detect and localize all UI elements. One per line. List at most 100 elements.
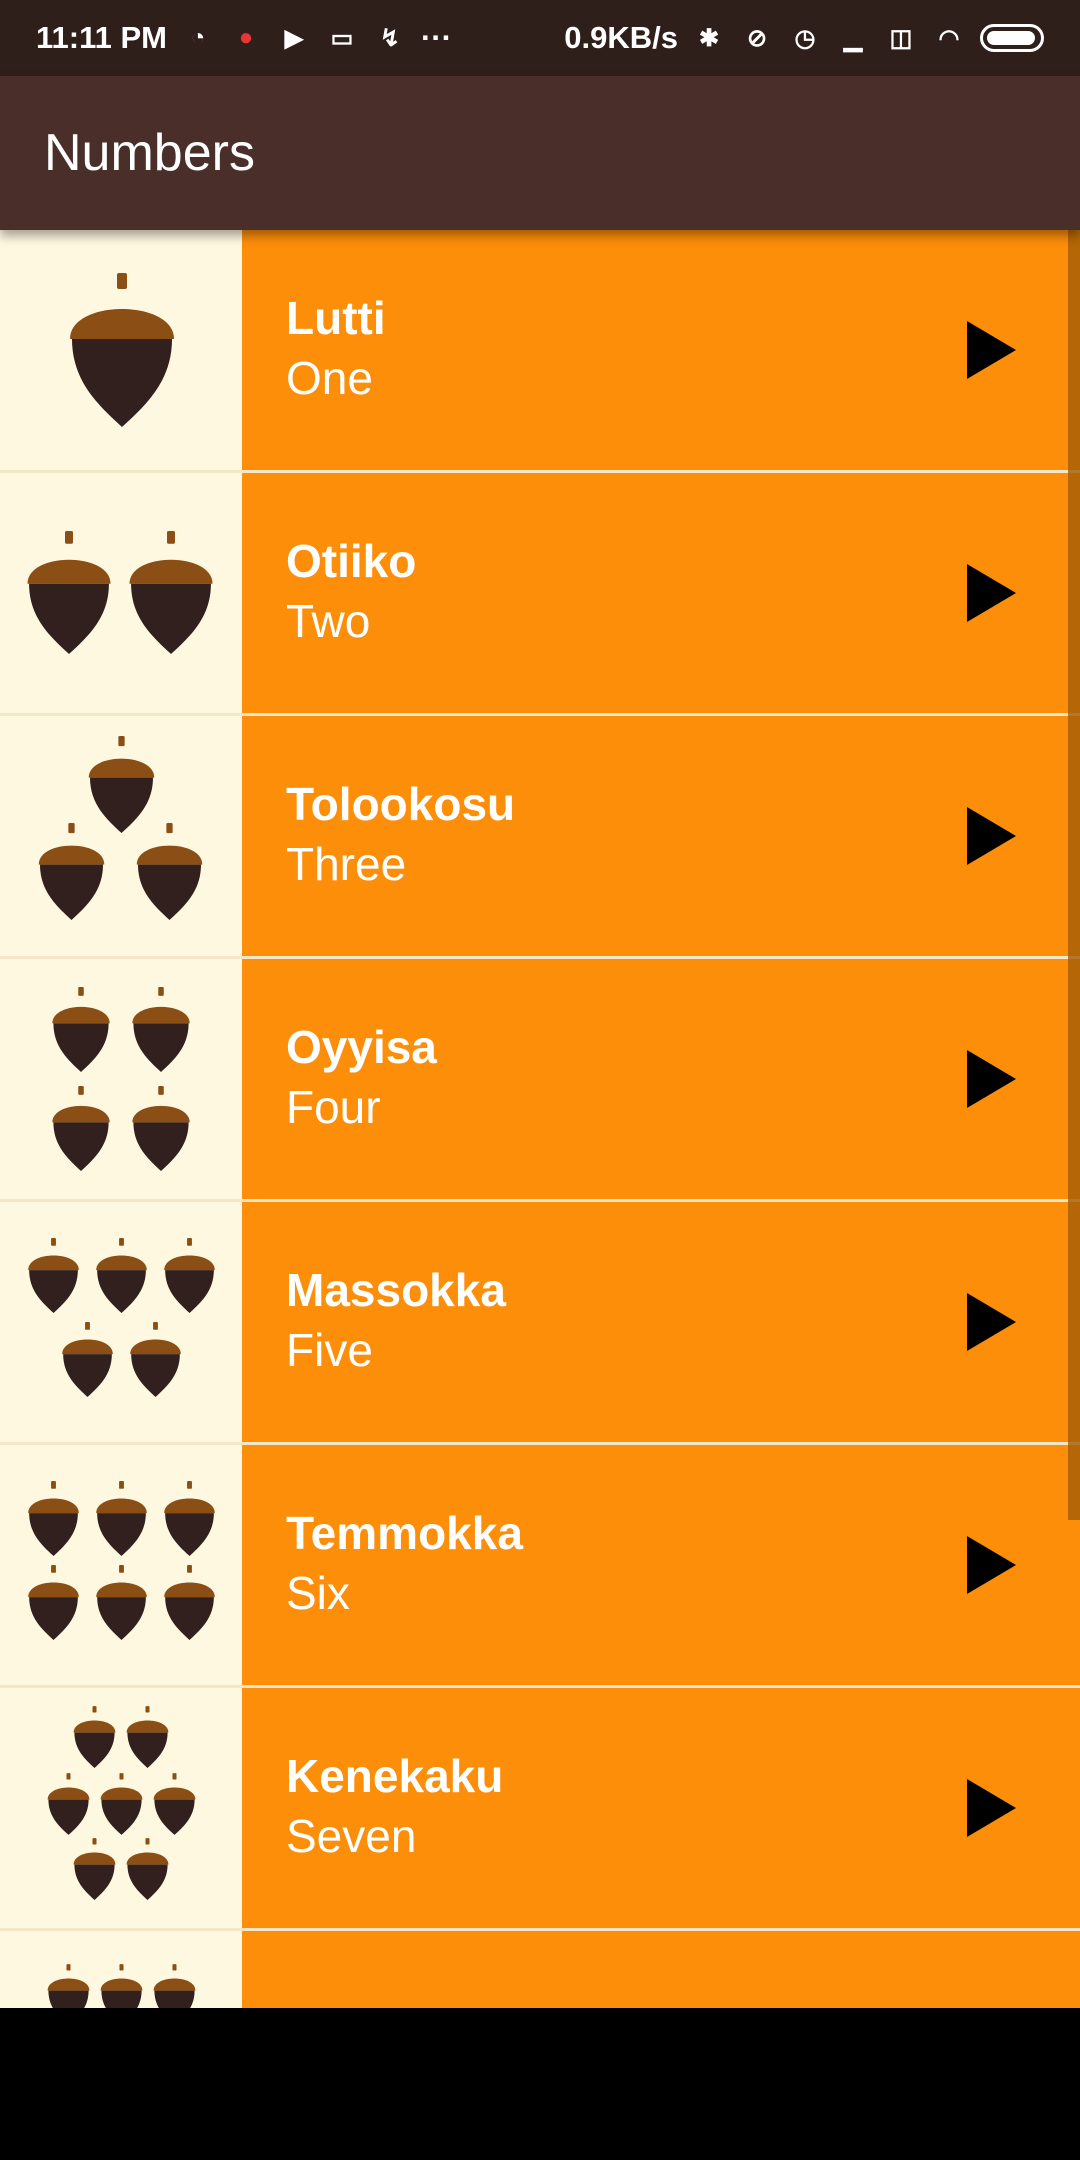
- video-icon: ●: [238, 24, 254, 51]
- play-icon[interactable]: [967, 321, 1016, 379]
- battery-icon: [980, 24, 1044, 52]
- acorn-icon: [50, 986, 112, 1077]
- status-right: 0.9KB/s ✱ ⊘ ◷ ▁ ◫ ◠: [564, 20, 1044, 56]
- item-text: Tolookosu Three: [286, 777, 515, 894]
- message-icon: ▭: [330, 24, 354, 52]
- acorn-icon: [26, 1565, 81, 1645]
- list-item[interactable]: Massokka Five: [0, 1202, 1080, 1445]
- play-icon[interactable]: [967, 564, 1016, 622]
- list-item[interactable]: [0, 1931, 1080, 2008]
- acorn-icon: [125, 1838, 170, 1905]
- english-translation: Seven: [286, 1809, 417, 1862]
- item-text: Massokka Five: [286, 1263, 506, 1380]
- english-translation: Six: [286, 1566, 350, 1619]
- miwok-word: Massokka: [286, 1264, 506, 1317]
- play-icon[interactable]: [967, 807, 1016, 865]
- item-content[interactable]: Tolookosu Three: [242, 716, 1080, 956]
- item-content[interactable]: Kenekaku Seven: [242, 1688, 1080, 1928]
- acorn-icon: [72, 1706, 117, 1773]
- item-content[interactable]: Otiiko Two: [242, 473, 1080, 713]
- notification-icon: ↯: [379, 24, 401, 52]
- status-left: 11:11 PM ◔ ● ▶ ▭ ↯ ···: [36, 20, 452, 56]
- youtube-icon: ▶: [284, 24, 304, 52]
- item-content[interactable]: Lutti One: [242, 230, 1080, 470]
- acorn-icon: [36, 823, 107, 925]
- scrollbar[interactable]: [1068, 230, 1080, 1520]
- play-icon[interactable]: [967, 1536, 1016, 1594]
- more-notifications: ···: [420, 20, 452, 55]
- acorn-icon: [152, 1773, 197, 1840]
- network-speed: 0.9KB/s: [564, 20, 678, 55]
- miwok-word: Tolookosu: [286, 778, 516, 831]
- english-translation: Four: [286, 1080, 381, 1133]
- play-icon[interactable]: [967, 1293, 1016, 1351]
- item-content[interactable]: Massokka Five: [242, 1202, 1080, 1442]
- item-content[interactable]: [242, 1931, 1080, 2008]
- number-image: [0, 1202, 242, 1442]
- numbers-list[interactable]: Lutti One Otiiko Two Tolookosu Three Oyyisa Fou…: [0, 230, 1080, 2008]
- acorn-icon: [162, 1238, 217, 1318]
- number-image: [0, 230, 242, 470]
- alarm-icon: ◷: [794, 24, 816, 52]
- english-translation: Five: [286, 1323, 373, 1376]
- play-icon[interactable]: [967, 1779, 1016, 1837]
- whatsapp-icon: ◔: [190, 24, 206, 51]
- miwok-word: Kenekaku: [286, 1750, 504, 1803]
- miwok-word: Oyyisa: [286, 1021, 437, 1074]
- miwok-word: Lutti: [286, 292, 386, 345]
- acorn-icon: [26, 1238, 81, 1318]
- navigation-bar: [0, 2008, 1080, 2160]
- number-image: [0, 716, 242, 956]
- mute-icon: ⊘: [746, 24, 768, 52]
- list-item[interactable]: Otiiko Two: [0, 473, 1080, 716]
- acorn-icon: [60, 1322, 115, 1402]
- acorn-icon: [134, 823, 205, 925]
- number-image: [0, 1931, 242, 2008]
- acorn-icon: [94, 1238, 149, 1318]
- item-text: Kenekaku Seven: [286, 1749, 503, 1866]
- page-title: Numbers: [44, 124, 255, 182]
- acorn-icon: [99, 1964, 144, 2008]
- acorn-icon: [24, 531, 114, 659]
- item-content[interactable]: Temmokka Six: [242, 1445, 1080, 1685]
- status-bar: 11:11 PM ◔ ● ▶ ▭ ↯ ··· 0.9KB/s ✱ ⊘ ◷ ▁ ◫…: [0, 0, 1080, 76]
- bluetooth-icon: ✱: [698, 24, 720, 52]
- number-image: [0, 1688, 242, 1928]
- list-item[interactable]: Lutti One: [0, 230, 1080, 473]
- acorn-icon: [126, 531, 216, 659]
- list-item[interactable]: Temmokka Six: [0, 1445, 1080, 1688]
- miwok-word: Temmokka: [286, 1507, 523, 1560]
- acorn-icon: [130, 986, 192, 1077]
- number-image: [0, 959, 242, 1199]
- acorn-icon: [162, 1565, 217, 1645]
- acorn-icon: [130, 1085, 192, 1176]
- list-item[interactable]: Kenekaku Seven: [0, 1688, 1080, 1931]
- list-item[interactable]: Tolookosu Three: [0, 716, 1080, 959]
- play-icon[interactable]: [967, 1050, 1016, 1108]
- acorn-icon: [50, 1085, 112, 1176]
- item-text: Lutti One: [286, 291, 386, 408]
- miwok-word: Otiiko: [286, 535, 417, 588]
- acorn-icon: [72, 1838, 117, 1905]
- acorn-icon: [94, 1565, 149, 1645]
- signal-icon: ▁: [843, 24, 863, 52]
- english-translation: Two: [286, 594, 371, 647]
- item-text: Oyyisa Four: [286, 1020, 437, 1137]
- item-text: Temmokka Six: [286, 1506, 523, 1623]
- acorn-icon: [46, 1773, 91, 1840]
- list-item[interactable]: Oyyisa Four: [0, 959, 1080, 1202]
- acorn-icon: [26, 1481, 81, 1561]
- english-translation: One: [286, 351, 373, 404]
- item-content[interactable]: Oyyisa Four: [242, 959, 1080, 1199]
- acorn-icon: [128, 1322, 183, 1402]
- wifi-icon: ◠: [938, 24, 960, 52]
- volte-icon: ◫: [889, 24, 913, 52]
- item-text: Otiiko Two: [286, 534, 416, 651]
- english-translation: Three: [286, 837, 407, 890]
- acorn-icon: [94, 1481, 149, 1561]
- acorn-icon: [46, 1964, 91, 2008]
- acorn-icon: [99, 1773, 144, 1840]
- number-image: [0, 1445, 242, 1685]
- status-time: 11:11 PM: [36, 20, 167, 55]
- app-bar: Numbers: [0, 76, 1080, 230]
